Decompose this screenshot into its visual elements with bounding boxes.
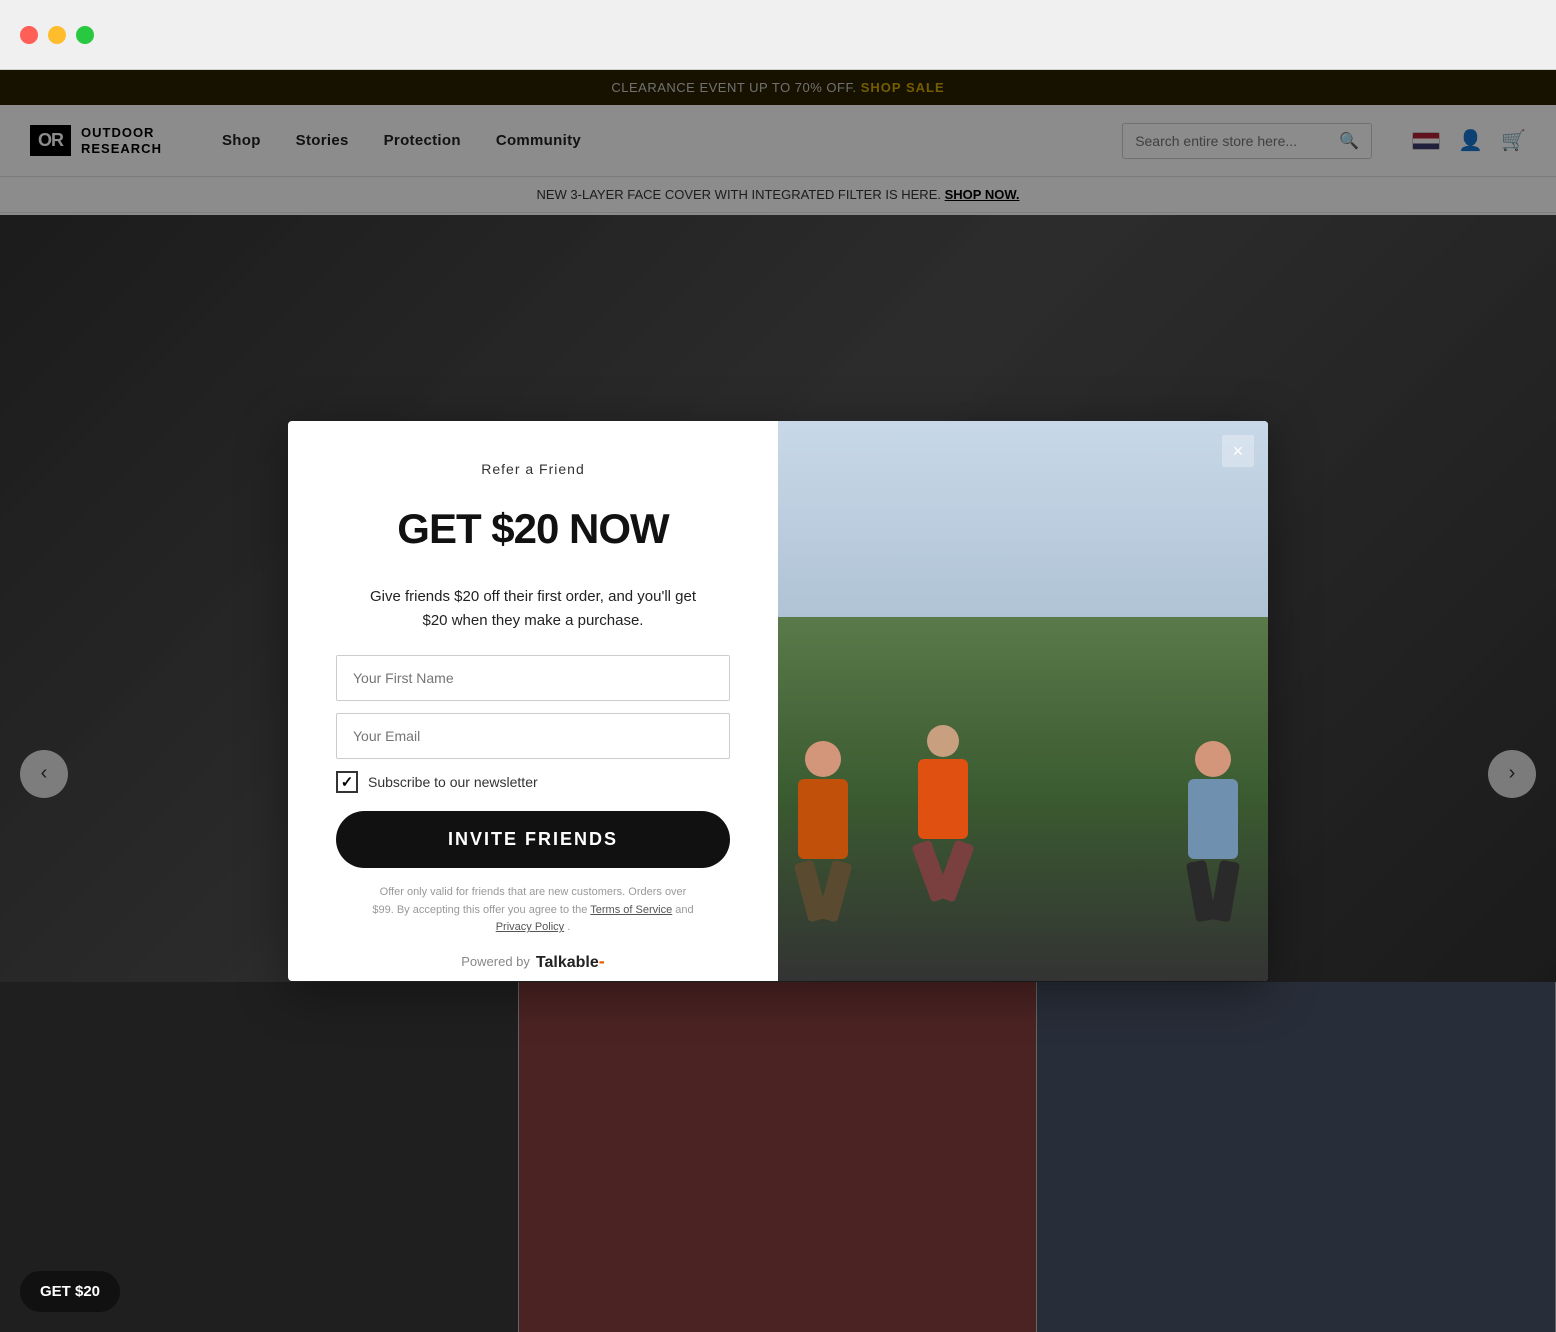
person-2-torso bbox=[918, 759, 968, 839]
modal-title: GET $20 NOW bbox=[397, 505, 668, 553]
browser-chrome bbox=[0, 0, 1556, 70]
powered-by: Powered by Talkable- bbox=[461, 951, 605, 972]
refer-friend-modal: Refer a Friend GET $20 NOW Give friends … bbox=[288, 421, 1268, 981]
person-2 bbox=[918, 725, 968, 901]
email-input[interactable] bbox=[336, 713, 730, 759]
modal-subtitle: Refer a Friend bbox=[481, 461, 584, 477]
modal-close-button[interactable]: × bbox=[1222, 435, 1254, 467]
site-wrapper: CLEARANCE EVENT UP TO 70% OFF. SHOP SALE… bbox=[0, 70, 1556, 1332]
person-3 bbox=[1188, 741, 1238, 921]
fine-print: Offer only valid for friends that are ne… bbox=[368, 884, 698, 937]
modal-description: Give friends $20 off their first order, … bbox=[368, 585, 698, 633]
person-1-legs bbox=[801, 861, 845, 921]
minimize-button[interactable] bbox=[48, 26, 66, 44]
person-1-head bbox=[805, 741, 841, 777]
invite-friends-button[interactable]: INVITE FRIENDS bbox=[336, 811, 730, 868]
powered-by-text: Powered by bbox=[461, 954, 530, 969]
person-1-torso bbox=[798, 779, 848, 859]
fullscreen-button[interactable] bbox=[76, 26, 94, 44]
newsletter-row: ✓ Subscribe to our newsletter bbox=[336, 771, 730, 793]
newsletter-label[interactable]: Subscribe to our newsletter bbox=[368, 774, 538, 790]
close-button[interactable] bbox=[20, 26, 38, 44]
modal-overlay[interactable]: Refer a Friend GET $20 NOW Give friends … bbox=[0, 70, 1556, 1332]
person-3-torso bbox=[1188, 779, 1238, 859]
person-3-legs bbox=[1191, 861, 1235, 921]
person-1 bbox=[798, 741, 848, 921]
modal-right-panel: × bbox=[778, 421, 1268, 981]
checkmark-icon: ✓ bbox=[341, 773, 354, 791]
first-name-input[interactable] bbox=[336, 655, 730, 701]
get20-badge[interactable]: GET $20 bbox=[20, 1271, 120, 1312]
person-2-legs bbox=[921, 841, 965, 901]
jumpers-scene bbox=[778, 421, 1268, 981]
person-2-head bbox=[927, 725, 959, 757]
newsletter-checkbox[interactable]: ✓ bbox=[336, 771, 358, 793]
terms-link[interactable]: Terms of Service bbox=[590, 904, 672, 916]
privacy-link[interactable]: Privacy Policy bbox=[496, 921, 564, 933]
talkable-logo: Talkable- bbox=[536, 951, 605, 972]
talkable-dot: - bbox=[599, 951, 605, 971]
person-3-head bbox=[1195, 741, 1231, 777]
modal-left-panel: Refer a Friend GET $20 NOW Give friends … bbox=[288, 421, 778, 981]
